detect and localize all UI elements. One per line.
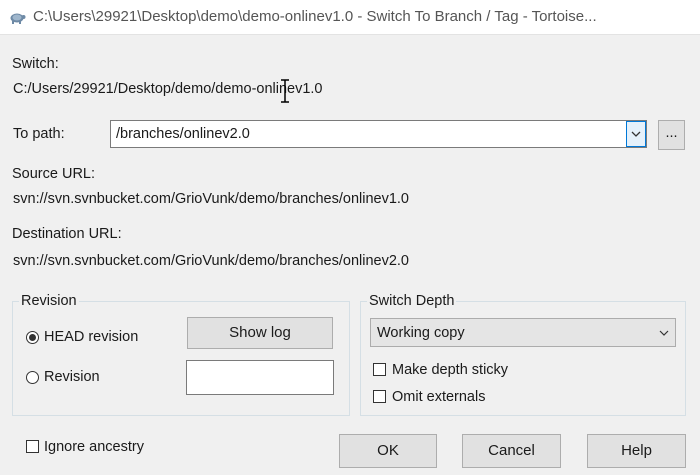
tortoise-icon (10, 13, 26, 24)
make-depth-sticky-label[interactable]: Make depth sticky (392, 362, 508, 378)
help-button[interactable]: Help (587, 434, 686, 468)
depth-select[interactable]: Working copy (370, 318, 676, 347)
omit-externals-checkbox[interactable] (373, 390, 386, 403)
revision-group-title: Revision (19, 293, 79, 309)
text-cursor-icon (281, 79, 289, 103)
to-path-label: To path: (13, 126, 65, 142)
revision-input[interactable] (186, 360, 334, 395)
chevron-down-icon (659, 330, 669, 336)
to-path-combobox[interactable]: /branches/onlinev2.0 (110, 120, 647, 148)
source-url-label: Source URL: (12, 166, 96, 182)
source-url-value: svn://svn.svnbucket.com/GrioVunk/demo/br… (13, 191, 409, 207)
window-title: C:\Users\29921\Desktop\demo\demo-onlinev… (33, 8, 597, 25)
title-bar: C:\Users\29921\Desktop\demo\demo-onlinev… (0, 0, 700, 35)
head-revision-label[interactable]: HEAD revision (44, 329, 138, 345)
omit-externals-label[interactable]: Omit externals (392, 389, 485, 405)
switch-depth-group-title: Switch Depth (367, 293, 457, 309)
make-depth-sticky-checkbox[interactable] (373, 363, 386, 376)
depth-select-value: Working copy (377, 325, 465, 341)
revision-radio[interactable] (26, 371, 39, 384)
head-revision-radio[interactable] (26, 331, 39, 344)
switch-label: Switch: (12, 56, 59, 72)
ignore-ancestry-label[interactable]: Ignore ancestry (44, 439, 144, 455)
cancel-button[interactable]: Cancel (462, 434, 561, 468)
to-path-dropdown-button[interactable] (626, 121, 646, 147)
switch-path: C:/Users/29921/Desktop/demo/demo-onlinev… (13, 81, 323, 97)
to-path-value[interactable]: /branches/onlinev2.0 (116, 126, 250, 142)
destination-url-label: Destination URL: (12, 226, 122, 242)
ignore-ancestry-checkbox[interactable] (26, 440, 39, 453)
revision-radio-label[interactable]: Revision (44, 369, 100, 385)
ok-button[interactable]: OK (339, 434, 437, 468)
browse-path-button[interactable]: ... (658, 120, 685, 150)
show-log-button[interactable]: Show log (187, 317, 333, 349)
destination-url-value: svn://svn.svnbucket.com/GrioVunk/demo/br… (13, 253, 409, 269)
chevron-down-icon (631, 131, 641, 137)
